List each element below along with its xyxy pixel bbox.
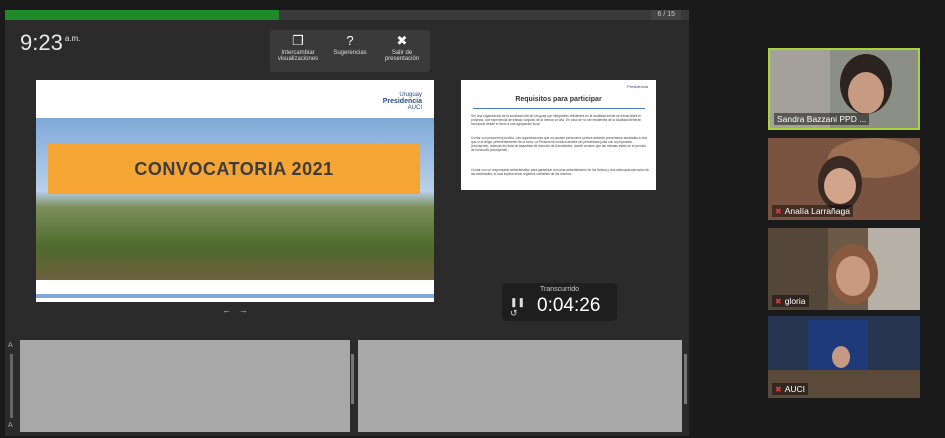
clock-ampm: a.m. — [64, 34, 81, 43]
slide-title-banner: CONVOCATORIA 2021 — [48, 144, 420, 194]
participant-name-text: AUCI — [784, 384, 806, 394]
next-logo-text: Presidencia — [627, 84, 648, 89]
muted-mic-icon: ✖ — [775, 207, 782, 216]
participant-name-text: Analía Larrañaga — [784, 206, 850, 216]
timer-value: 0:04:26 — [537, 295, 601, 316]
next-slide-logo: Presidencia — [627, 84, 648, 89]
participant-tile[interactable]: ✖ AUCI — [768, 316, 920, 398]
muted-mic-icon: ✖ — [775, 297, 782, 306]
next-slide-title: Requisitos para participar — [515, 96, 602, 103]
participant-name: ✖ AUCI — [772, 383, 809, 395]
current-slide[interactable]: Uruguay Presidencia AUCI CONVOCATORIA 20… — [36, 80, 434, 302]
speaker-notes-left[interactable] — [20, 340, 350, 432]
close-icon: ✖ — [396, 33, 408, 48]
switch-views-label: Intercambiar visualizaciones — [277, 50, 319, 62]
logo-presidencia: Presidencia — [382, 98, 422, 105]
reset-icon[interactable]: ↺ — [510, 308, 518, 319]
participant-tile[interactable]: ✖ gloria — [768, 228, 920, 310]
suggestions-label: Sugerencias — [333, 50, 367, 56]
slide-title: CONVOCATORIA 2021 — [134, 159, 334, 179]
participant-name: ✖ gloria — [772, 295, 809, 307]
participant-face — [836, 256, 870, 296]
slide-footer-stripe — [36, 294, 434, 298]
slide-progress-fill — [5, 10, 279, 20]
participant-face — [848, 72, 884, 114]
participant-name-text: gloria — [784, 296, 806, 306]
help-icon: ? — [346, 33, 354, 48]
next-slide-item: Contar con personería jurídica. Las orga… — [471, 136, 647, 152]
slide-counter: 6 / 15 — [651, 10, 681, 20]
slide-navigation: ← → — [36, 304, 434, 316]
exit-presentation-button[interactable]: ✖ Salir de presentación — [374, 30, 430, 72]
previous-arrow-icon[interactable]: ← — [222, 305, 231, 315]
participant-name: ✖ Analía Larrañaga — [772, 205, 853, 217]
notes-right-scrollbar[interactable] — [684, 354, 687, 404]
switch-views-icon: ❐ — [292, 33, 304, 48]
next-slide-item: Contar con un responsable administrativo… — [471, 168, 649, 176]
participant-face — [824, 168, 856, 204]
speaker-notes-right[interactable] — [358, 340, 682, 432]
participant-name: Sandra Bazzani PPD ... — [774, 113, 870, 125]
muted-mic-icon: ✖ — [775, 385, 782, 394]
decrease-font-icon[interactable]: A — [8, 422, 13, 429]
presenter-view: 6 / 15 9:23 a.m. ❐ Intercambiar visualiza… — [5, 10, 689, 436]
elapsed-timer: Transcurrido ❚❚ ↺ 0:04:26 — [502, 283, 617, 321]
landscape-photo — [36, 118, 434, 280]
notes-scrollbar[interactable] — [10, 354, 13, 418]
next-slide-preview[interactable]: Presidencia Requisitos para participar S… — [461, 80, 656, 190]
exit-presentation-label: Salir de presentación — [384, 50, 420, 62]
next-slide-item: Ser una organización de la sociedad civi… — [471, 114, 642, 126]
participant-tile[interactable]: ✖ Analía Larrañaga — [768, 138, 920, 220]
increase-font-icon[interactable]: A — [8, 342, 13, 349]
slide-logo: Uruguay Presidencia AUCI — [383, 92, 422, 111]
notes-splitter[interactable] — [351, 354, 354, 404]
timer-label: Transcurrido — [539, 286, 580, 293]
next-slide-divider — [473, 108, 645, 109]
pause-icon[interactable]: ❚❚ — [510, 297, 525, 308]
clock-time: 9:23 — [20, 30, 63, 55]
suggestions-button[interactable]: ? Sugerencias — [326, 30, 374, 72]
next-arrow-icon[interactable]: → — [239, 305, 248, 315]
switch-views-button[interactable]: ❐ Intercambiar visualizaciones — [270, 30, 326, 72]
presenter-toolbar: ❐ Intercambiar visualizaciones ? Sugeren… — [270, 30, 430, 72]
clock: 9:23 a.m. — [20, 30, 80, 56]
participant-face — [832, 346, 850, 368]
logo-auci: AUCI — [407, 105, 422, 111]
participant-tile[interactable]: Sandra Bazzani PPD ... — [768, 48, 920, 130]
slide-progress-bar: 6 / 15 — [5, 10, 689, 20]
